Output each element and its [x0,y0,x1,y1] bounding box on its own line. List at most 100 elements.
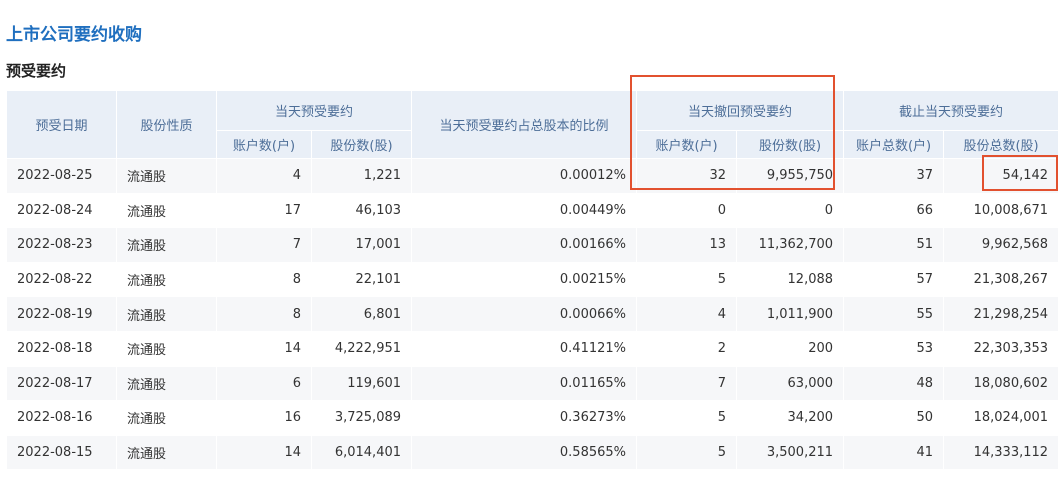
cell-ratio: 0.36273% [411,400,638,436]
cell-share-type: 流通股 [116,434,217,471]
cell-ratio: 0.41121% [411,330,638,367]
header-accounts: 账户数(户) [216,130,312,159]
cell-shares: 119,601 [310,365,413,402]
cell-share-type: 流通股 [116,158,217,194]
cell-ratio: 0.00449% [411,192,638,229]
table-row: 2022-08-22 流通股 8 22,101 0.00215% 5 12,088 57 21,… [6,261,1060,298]
cell-accounts: 6 [216,365,312,402]
cell-ratio: 0.00066% [411,296,638,332]
cell-total-accounts: 53 [843,330,945,367]
cell-accounts: 7 [216,227,312,263]
cell-accounts: 8 [216,261,312,298]
cell-total-shares: 22,303,353 [943,330,1060,367]
cell-date: 2022-08-15 [6,434,117,471]
cell-total-shares: 9,962,568 [943,227,1060,263]
header-share-type: 股份性质 [116,90,217,159]
table-row: 2022-08-15 流通股 14 6,014,401 0.58565% 5 3,500,2… [6,434,1060,471]
header-withdraw-shares: 股份数(股) [736,130,845,159]
tender-offer-table: 预受日期 股份性质 当天预受要约 当天预受要约占总股本的比例 当天撤回预受要约 … [6,90,1060,471]
cell-share-type: 流通股 [116,365,217,402]
cell-withdraw-shares: 3,500,211 [736,434,845,471]
header-total-accounts: 账户总数(户) [843,130,945,159]
cell-ratio: 0.58565% [411,434,638,471]
cell-accounts: 8 [216,296,312,332]
cell-withdraw-accounts: 5 [636,434,738,471]
cell-date: 2022-08-24 [6,192,117,229]
header-row-1: 预受日期 股份性质 当天预受要约 当天预受要约占总股本的比例 当天撤回预受要约 … [6,90,1060,159]
cell-accounts: 16 [216,400,312,436]
cell-ratio: 0.00166% [411,227,638,263]
cell-total-accounts: 37 [843,158,945,194]
table-row: 2022-08-19 流通股 8 6,801 0.00066% 4 1,011,900 55 2… [6,296,1060,332]
cell-total-shares: 14,333,112 [943,434,1060,471]
table-row: 2022-08-17 流通股 6 119,601 0.01165% 7 63,000 48 18… [6,365,1060,402]
cell-withdraw-shares: 0 [736,192,845,229]
cell-total-shares: 21,298,254 [943,296,1060,332]
cell-shares: 46,103 [310,192,413,229]
cell-total-accounts: 66 [843,192,945,229]
header-withdraw-accounts: 账户数(户) [636,130,738,159]
cell-date: 2022-08-16 [6,400,117,436]
cell-withdraw-accounts: 4 [636,296,738,332]
table-body: 2022-08-25 流通股 4 1,221 0.00012% 32 9,955,750 37… [6,158,1060,471]
cell-share-type: 流通股 [116,261,217,298]
cell-withdraw-shares: 1,011,900 [736,296,845,332]
cell-total-shares: 18,080,602 [943,365,1060,402]
cell-shares: 6,014,401 [310,434,413,471]
cell-date: 2022-08-22 [6,261,117,298]
cell-withdraw-accounts: 7 [636,365,738,402]
cell-share-type: 流通股 [116,296,217,332]
cell-shares: 17,001 [310,227,413,263]
cell-accounts: 4 [216,158,312,194]
table-row: 2022-08-25 流通股 4 1,221 0.00012% 32 9,955,750 37… [6,158,1060,194]
cell-share-type: 流通股 [116,400,217,436]
header-total-shares: 股份总数(股) [943,130,1060,159]
cell-date: 2022-08-19 [6,296,117,332]
cell-date: 2022-08-18 [6,330,117,367]
cell-withdraw-accounts: 2 [636,330,738,367]
cell-total-accounts: 50 [843,400,945,436]
cell-withdraw-shares: 11,362,700 [736,227,845,263]
table-row: 2022-08-18 流通股 14 4,222,951 0.41121% 2 200 53 22… [6,330,1060,367]
header-date: 预受日期 [6,90,117,159]
cell-shares: 6,801 [310,296,413,332]
table-row: 2022-08-24 流通股 17 46,103 0.00449% 0 0 66 10,008,… [6,192,1060,229]
cell-total-accounts: 57 [843,261,945,298]
cell-accounts: 14 [216,330,312,367]
cell-withdraw-shares: 12,088 [736,261,845,298]
cell-total-accounts: 55 [843,296,945,332]
cell-withdraw-accounts: 5 [636,400,738,436]
cell-shares: 22,101 [310,261,413,298]
cell-shares: 1,221 [310,158,413,194]
header-ratio: 当天预受要约占总股本的比例 [411,90,638,159]
cell-date: 2022-08-25 [6,158,117,194]
header-today-accept: 当天预受要约 [215,90,413,131]
cell-withdraw-shares: 34,200 [736,400,845,436]
cell-ratio: 0.01165% [411,365,638,402]
cell-withdraw-shares: 200 [736,330,845,367]
page-title: 上市公司要约收购 [6,25,142,45]
cell-withdraw-accounts: 0 [636,192,738,229]
cell-share-type: 流通股 [116,227,217,263]
header-cumulative: 截止当天预受要约 [843,90,1060,131]
cell-total-accounts: 51 [843,227,945,263]
cell-accounts: 17 [216,192,312,229]
cell-shares: 4,222,951 [310,330,413,367]
table-row: 2022-08-16 流通股 16 3,725,089 0.36273% 5 34,200 5… [6,400,1060,436]
header-today-withdraw: 当天撤回预受要约 [636,90,845,131]
cell-date: 2022-08-23 [6,227,117,263]
cell-total-shares: 21,308,267 [943,261,1060,298]
cell-total-shares: 10,008,671 [943,192,1060,229]
cell-total-accounts: 48 [843,365,945,402]
cell-withdraw-accounts: 32 [636,158,738,194]
cell-share-type: 流通股 [116,192,217,229]
cell-withdraw-accounts: 13 [636,227,738,263]
section-title: 预受要约 [6,62,67,80]
cell-total-accounts: 41 [843,434,945,471]
table-row: 2022-08-23 流通股 7 17,001 0.00166% 13 11,362,700… [6,227,1060,263]
cell-withdraw-shares: 9,955,750 [736,158,845,194]
cell-total-shares: 54,142 [943,158,1060,194]
header-shares: 股份数(股) [310,130,413,159]
cell-ratio: 0.00215% [411,261,638,298]
cell-withdraw-shares: 63,000 [736,365,845,402]
